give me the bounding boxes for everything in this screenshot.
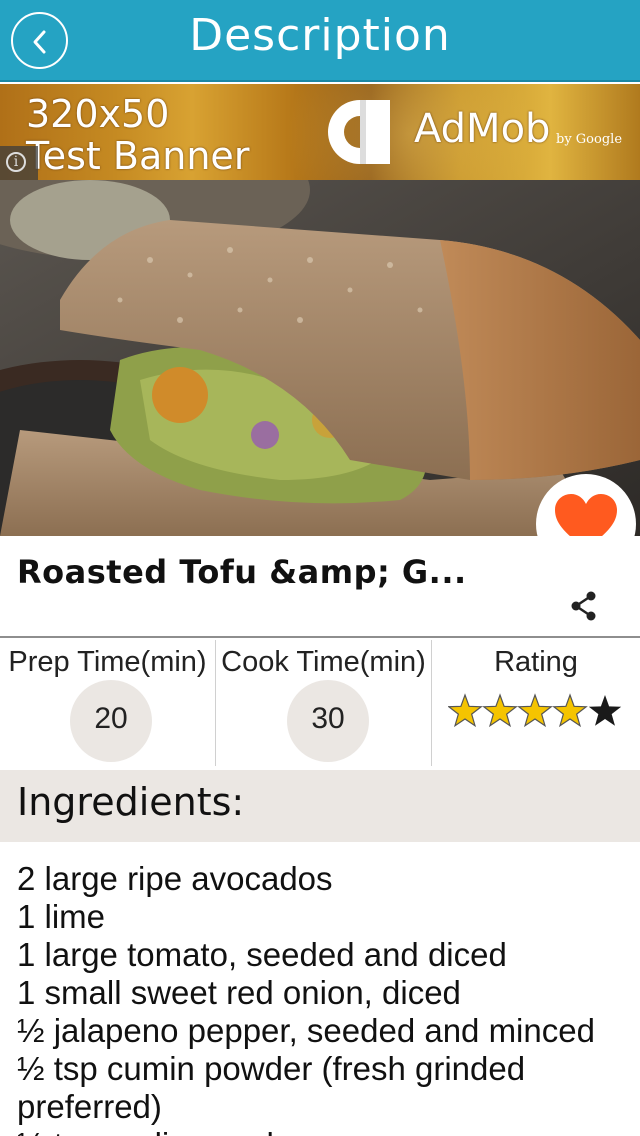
info-icon: i [6,152,26,172]
prep-time-value: 20 [94,702,128,735]
rating-stars [448,693,622,728]
ad-brand: AdMob [414,106,551,152]
cook-time-stat: Cook Time(min) 30 [216,640,432,766]
app-header: Description [0,0,640,82]
ingredient-item: 1 large tomato, seeded and diced [17,936,507,973]
ingredient-item: ½ jalapeno pepper, seeded and minced [17,1012,595,1049]
star-filled-icon [552,693,588,728]
ad-info-button[interactable]: i [0,146,38,180]
ingredients-list: 2 large ripe avocados 1 lime 1 large tom… [17,860,632,1136]
ingredient-item: 1 small sweet red onion, diced [17,974,461,1011]
prep-time-bubble: 20 [70,680,152,762]
ingredient-item: ½ tsp garlic powder [17,1126,632,1136]
ad-test-label: Test Banner [26,134,250,178]
ad-by-google: by Google [556,132,623,147]
share-icon[interactable] [570,591,598,621]
star-filled-icon [517,693,553,728]
cook-time-bubble: 30 [287,680,369,762]
ingredients-header: Ingredients: [0,770,640,842]
ingredients-title: Ingredients: [17,780,245,824]
cook-time-value: 30 [311,702,345,735]
rating-stat: Rating [432,640,640,766]
page-title: Description [189,10,451,61]
star-filled-icon [448,693,483,728]
prep-time-label: Prep Time(min) [8,646,207,678]
ingredient-item: 2 large ripe avocados [17,860,333,897]
ad-banner[interactable]: 320x50 Test Banner i AdMob by Google [0,84,640,180]
recipe-title-row: Roasted Tofu &amp; G... [0,536,640,638]
rating-label: Rating [494,646,578,678]
ingredient-item: ½ tsp cumin powder (fresh grinded [17,1050,526,1087]
admob-logo-icon [328,100,390,164]
ingredient-item: 1 lime [17,898,106,935]
ad-size-label: 320x50 [26,92,170,136]
star-empty-icon [588,695,622,726]
recipe-photo [0,180,640,536]
star-filled-icon [482,693,518,728]
recipe-stats: Prep Time(min) 20 Cook Time(min) 30 Rati… [0,640,640,770]
cook-time-label: Cook Time(min) [221,646,426,678]
ingredient-item: preferred) [17,1088,162,1125]
prep-time-stat: Prep Time(min) 20 [0,640,216,766]
recipe-title: Roasted Tofu &amp; G... [17,553,467,591]
